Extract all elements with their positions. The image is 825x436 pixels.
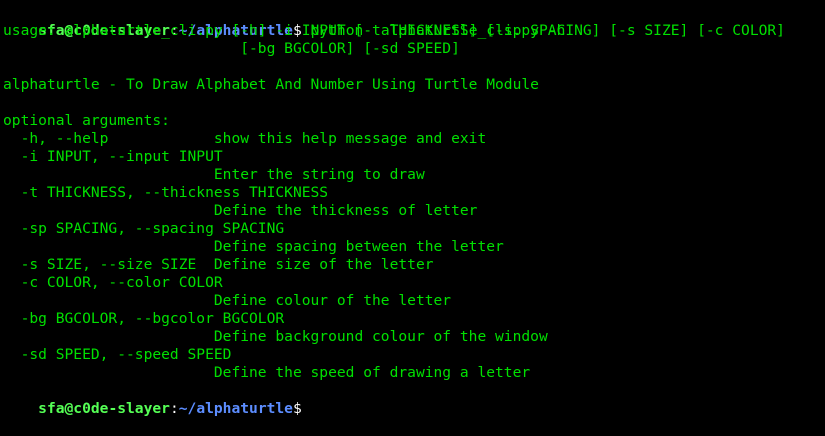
- prompt-path: ~/alphaturtle: [178, 400, 293, 417]
- prompt-user-host: sfa@c0de-slayer: [38, 400, 170, 417]
- option-color-desc: Define colour of the letter: [3, 292, 452, 309]
- option-bgcolor-desc: Define background colour of the window: [3, 328, 548, 345]
- option-spacing-desc: Define spacing between the letter: [3, 238, 504, 255]
- options-header: optional arguments:: [3, 112, 170, 129]
- option-input-desc: Enter the string to draw: [3, 166, 425, 183]
- text-cursor[interactable]: [302, 400, 310, 415]
- option-size: -s SIZE, --size SIZE Define size of the …: [3, 256, 434, 273]
- prompt-separator: :: [169, 400, 179, 417]
- option-speed: -sd SPEED, --speed SPEED: [3, 346, 232, 363]
- option-input: -i INPUT, --input INPUT: [3, 148, 223, 165]
- option-spacing: -sp SPACING, --spacing SPACING: [3, 220, 285, 237]
- usage-line-2: [-bg BGCOLOR] [-sd SPEED]: [3, 40, 460, 57]
- description-line: alphaturtle - To Draw Alphabet And Numbe…: [3, 76, 539, 93]
- terminal-window[interactable]: sfa@c0de-slayer:~/alphaturtle$ python al…: [0, 0, 825, 417]
- option-color: -c COLOR, --color COLOR: [3, 274, 223, 291]
- option-help: -h, --help show this help message and ex…: [3, 130, 487, 147]
- prompt-line-current[interactable]: sfa@c0de-slayer:~/alphaturtle$: [3, 382, 825, 417]
- option-thickness: -t THICKNESS, --thickness THICKNESS: [3, 184, 329, 201]
- option-speed-desc: Define the speed of drawing a letter: [3, 364, 531, 381]
- option-thickness-desc: Define the thickness of letter: [3, 202, 478, 219]
- option-bgcolor: -bg BGCOLOR, --bgcolor BGCOLOR: [3, 310, 285, 327]
- prompt-line: sfa@c0de-slayer:~/alphaturtle$ python al…: [3, 4, 825, 39]
- prompt-symbol: $: [292, 400, 302, 417]
- usage-line-1: usage: alphaturtle_cli.py [-h] -i INPUT …: [3, 22, 785, 39]
